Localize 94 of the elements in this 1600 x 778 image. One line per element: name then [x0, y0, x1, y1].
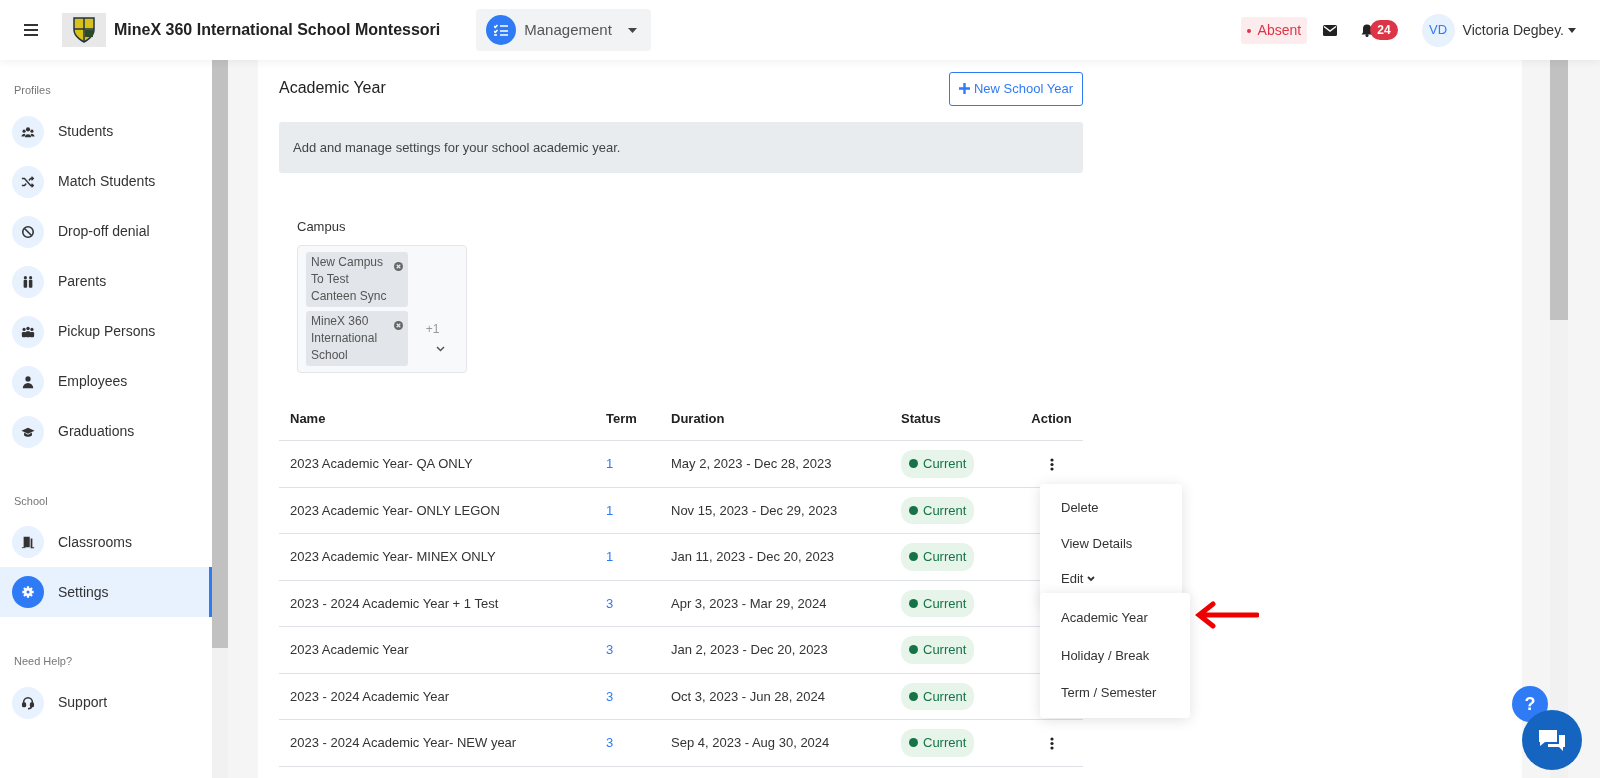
sidebar-item[interactable]: Settings — [0, 567, 212, 617]
field-label: Campus — [297, 218, 347, 236]
caret-icon — [627, 27, 637, 33]
school-logo — [62, 13, 106, 47]
campus-chip: MineX 360 International School — [306, 310, 408, 366]
scrollbar-thumb[interactable] — [212, 60, 228, 648]
module-dropdown[interactable]: Management — [476, 9, 651, 51]
chat-icon — [1537, 727, 1567, 753]
pair-icon — [12, 265, 44, 298]
pointer-arrow-icon — [1195, 601, 1259, 629]
checklist-icon — [494, 24, 509, 36]
graduation-cap-icon — [12, 415, 44, 448]
scrollbar-thumb[interactable] — [1550, 60, 1568, 320]
duration-text: Nov 15, 2023 - Dec 29, 2023 — [671, 502, 838, 518]
remove-icon[interactable] — [394, 320, 403, 330]
kebab-menu-icon[interactable] — [1049, 458, 1054, 472]
column-header: Duration — [671, 410, 725, 426]
campus-chip: New Campus To Test Canteen Sync — [306, 251, 408, 307]
status-badge: Current — [901, 729, 975, 757]
people-icon — [12, 315, 44, 348]
kebab-menu-icon[interactable] — [1049, 737, 1054, 751]
year-name: 2023 - 2024 Academic Year + 1 Test — [290, 595, 499, 611]
column-header: Name — [290, 410, 326, 426]
duration-text: Jan 2, 2023 - Dec 20, 2023 — [671, 642, 828, 657]
headset-icon — [12, 686, 44, 719]
door-icon — [12, 526, 44, 558]
term-link[interactable]: 1 — [606, 549, 614, 564]
year-name: 2023 Academic Year- QA ONLY — [290, 456, 473, 471]
chat-button[interactable] — [1522, 710, 1582, 770]
sidebar-item[interactable]: Employees — [0, 356, 212, 407]
notification-count: 24 — [1370, 20, 1398, 40]
school-name: MineX 360 International School Montessori — [114, 20, 441, 40]
menu-item[interactable]: Delete — [1040, 490, 1182, 526]
remove-icon[interactable] — [394, 261, 403, 271]
sidebar-item[interactable]: Drop-off denial — [0, 206, 212, 257]
status-badge: Current — [901, 496, 975, 524]
year-name: 2023 Academic Year- MINEX ONLY — [290, 549, 496, 564]
term-link[interactable]: 3 — [606, 595, 614, 611]
info-banner: Add and manage settings for your school academic year. — [279, 121, 1083, 173]
sidebar-item[interactable]: Graduations — [0, 406, 212, 457]
term-link[interactable]: 1 — [606, 502, 614, 518]
column-header: Term — [606, 410, 637, 426]
year-name: 2023 Academic Year — [290, 642, 409, 657]
sidebar-item[interactable]: Classrooms — [0, 517, 212, 567]
duration-text: Apr 3, 2023 - Mar 29, 2024 — [671, 595, 827, 611]
chevron-down-icon[interactable] — [436, 345, 445, 352]
status-badge: Current — [901, 543, 975, 571]
term-link[interactable]: 3 — [606, 688, 614, 704]
attendance-status: Absent — [1240, 16, 1308, 44]
submenu-item[interactable]: Academic Year — [1040, 599, 1190, 637]
person-icon — [12, 365, 44, 398]
status-badge: Current — [901, 589, 975, 617]
sidebar-item[interactable]: Students — [0, 106, 212, 157]
menu-icon[interactable] — [24, 24, 38, 36]
year-name: 2023 - 2024 Academic Year — [290, 688, 449, 704]
sidebar-item[interactable]: Parents — [0, 256, 212, 307]
section-title: Profiles — [13, 83, 52, 98]
term-link[interactable]: 3 — [606, 735, 614, 750]
section-title: Need Help? — [13, 654, 74, 669]
menu-item[interactable]: View Details — [1040, 525, 1182, 561]
page-title: Academic Year — [279, 78, 386, 98]
status-dot-icon — [1246, 28, 1251, 33]
mail-icon[interactable] — [1323, 24, 1338, 36]
user-avatar: VD — [1421, 13, 1455, 47]
status-badge: Current — [901, 636, 975, 664]
menu-item[interactable]: Edit — [1040, 561, 1182, 597]
submenu-item[interactable]: Term / Semester — [1040, 674, 1190, 712]
settings-icon — [12, 576, 44, 608]
year-name: 2023 - 2024 Academic Year- NEW year — [290, 735, 517, 750]
term-link[interactable]: 1 — [606, 456, 614, 471]
ban-icon — [12, 215, 44, 248]
duration-text: Sep 4, 2023 - Aug 30, 2024 — [671, 735, 830, 750]
duration-text: Oct 3, 2023 - Jun 28, 2024 — [671, 688, 825, 704]
campus-multiselect[interactable]: New Campus To Test Canteen Sync MineX 360 International School +1 — [297, 244, 467, 373]
column-header: Status — [901, 410, 941, 426]
duration-text: Jan 11, 2023 - Dec 20, 2023 — [671, 549, 835, 564]
shuffle-icon — [12, 165, 44, 198]
sidebar-item[interactable]: Support — [0, 677, 212, 728]
status-badge: Current — [901, 450, 975, 478]
plus-icon — [959, 83, 970, 95]
sidebar-item[interactable]: Pickup Persons — [0, 306, 212, 357]
caret-icon[interactable] — [1568, 27, 1576, 33]
year-name: 2023 Academic Year- ONLY LEGON — [290, 502, 500, 518]
group-icon — [12, 115, 44, 148]
column-header: Action — [1031, 410, 1072, 426]
more-count: +1 — [425, 320, 440, 338]
term-link[interactable]: 3 — [606, 642, 614, 657]
user-name[interactable]: Victoria Degbey. — [1462, 19, 1564, 41]
new-school-year-button[interactable]: New School Year — [949, 72, 1083, 106]
sidebar-item[interactable]: Match Students — [0, 156, 212, 207]
section-title: School — [13, 493, 49, 509]
duration-text: May 2, 2023 - Dec 28, 2023 — [671, 456, 832, 471]
submenu-item[interactable]: Holiday / Break — [1040, 636, 1190, 674]
status-badge: Current — [901, 682, 975, 710]
